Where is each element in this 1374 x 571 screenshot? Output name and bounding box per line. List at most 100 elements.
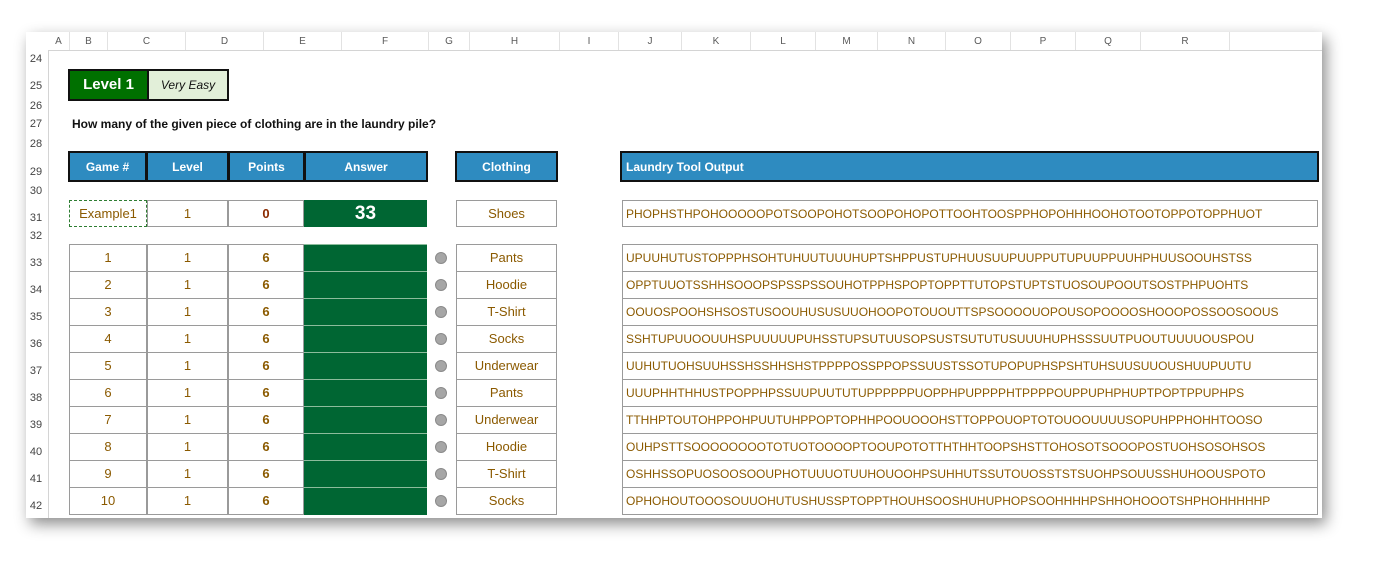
level-cell[interactable]: 1 (147, 325, 228, 353)
column-header-q[interactable]: Q (1076, 32, 1141, 50)
game-number-cell[interactable]: 5 (69, 352, 147, 380)
column-header-g[interactable]: G (429, 32, 470, 50)
answer-input-cell[interactable] (304, 298, 427, 326)
points-cell[interactable]: 6 (228, 379, 304, 407)
answer-input-cell[interactable] (304, 271, 427, 299)
answer-input-cell[interactable] (304, 352, 427, 380)
answer-input-cell[interactable] (304, 244, 427, 272)
game-number-cell[interactable]: 9 (69, 460, 147, 488)
game-number-cell[interactable]: 8 (69, 433, 147, 461)
points-cell[interactable]: 6 (228, 460, 304, 488)
game-number-cell[interactable]: 3 (69, 298, 147, 326)
row-header-34[interactable]: 34 (26, 284, 46, 296)
clothing-cell[interactable]: T-Shirt (456, 298, 557, 326)
laundry-output-cell[interactable]: OUHPSTTSOOOOOOOOTOTUOTOOOOPTOOUPOTOTTHTH… (622, 433, 1318, 461)
game-number-cell[interactable]: 2 (69, 271, 147, 299)
points-cell[interactable]: 6 (228, 406, 304, 434)
answer-input-cell[interactable] (304, 433, 427, 461)
level-cell[interactable]: 1 (147, 433, 228, 461)
level-cell[interactable]: 1 (147, 487, 228, 515)
clothing-cell[interactable]: Underwear (456, 352, 557, 380)
answer-input-cell[interactable] (304, 325, 427, 353)
game-number-cell[interactable]: 7 (69, 406, 147, 434)
row-header-35[interactable]: 35 (26, 311, 46, 323)
points-cell[interactable]: 6 (228, 352, 304, 380)
clothing-cell[interactable]: Underwear (456, 406, 557, 434)
row-header-32[interactable]: 32 (26, 230, 46, 242)
row-header-30[interactable]: 30 (26, 185, 46, 197)
game-number-cell[interactable]: 1 (69, 244, 147, 272)
row-header-40[interactable]: 40 (26, 446, 46, 458)
row-header-36[interactable]: 36 (26, 338, 46, 350)
level-cell[interactable]: 1 (147, 298, 228, 326)
row-header-28[interactable]: 28 (26, 138, 46, 150)
answer-input-cell[interactable] (304, 406, 427, 434)
laundry-output-cell[interactable]: TTHHPTOUTOHPPOHPUUTUHPPOPTOPHHPOOUOOOHST… (622, 406, 1318, 434)
column-header-i[interactable]: I (560, 32, 619, 50)
row-header-24[interactable]: 24 (26, 53, 46, 65)
column-header-e[interactable]: E (264, 32, 342, 50)
answer-input-cell[interactable] (304, 460, 427, 488)
column-header-j[interactable]: J (619, 32, 682, 50)
clothing-cell[interactable]: Pants (456, 379, 557, 407)
row-header-38[interactable]: 38 (26, 392, 46, 404)
laundry-output-cell[interactable]: OPPTUUOTSSHHSOOOPSPSSPSSOUHOTPPHSPOPTOPP… (622, 271, 1318, 299)
clothing-cell[interactable]: T-Shirt (456, 460, 557, 488)
laundry-output-cell[interactable]: OPHOHOUTOOOSOUUOHUTUSHUSSPTOPPTHOUHSOOSH… (622, 487, 1318, 515)
row-header-27[interactable]: 27 (26, 118, 46, 130)
column-header-n[interactable]: N (878, 32, 946, 50)
laundry-output-cell[interactable]: OSHHSSOPUOSOOSOOUPHOTUUUOTUUHOUOOHPSUHHU… (622, 460, 1318, 488)
laundry-output-cell[interactable]: SSHTUPUUOOUUHSPUUUUUPUHSSTUPSUTUUSOPSUST… (622, 325, 1318, 353)
points-cell[interactable]: 6 (228, 298, 304, 326)
laundry-output-cell[interactable]: UUHUTUOHSUUHSSHSSHHSHSTPPPPOSSPPOPSSUUST… (622, 352, 1318, 380)
game-number-cell[interactable]: 10 (69, 487, 147, 515)
clothing-cell[interactable]: Pants (456, 244, 557, 272)
row-header-31[interactable]: 31 (26, 212, 46, 224)
example-answer-cell[interactable]: 33 (304, 200, 427, 227)
example-clothing-cell[interactable]: Shoes (456, 200, 557, 227)
row-header-42[interactable]: 42 (26, 500, 46, 512)
level-cell[interactable]: 1 (147, 379, 228, 407)
level-cell[interactable]: 1 (147, 244, 228, 272)
game-number-cell[interactable]: 6 (69, 379, 147, 407)
laundry-output-cell[interactable]: UUUPHHTHHUSTPOPPHPSSUUPUUTUTUPPPPPPUOPPH… (622, 379, 1318, 407)
clothing-cell[interactable]: Socks (456, 325, 557, 353)
column-header-m[interactable]: M (816, 32, 878, 50)
column-header-r[interactable]: R (1141, 32, 1230, 50)
row-header-41[interactable]: 41 (26, 473, 46, 485)
row-header-26[interactable]: 26 (26, 100, 46, 112)
column-header-c[interactable]: C (108, 32, 186, 50)
row-header-25[interactable]: 25 (26, 80, 46, 92)
column-header-o[interactable]: O (946, 32, 1011, 50)
example-level-cell[interactable]: 1 (147, 200, 228, 227)
laundry-output-cell[interactable]: OOUOSPOOHSHSOSTUSOOUHUSUSUUOHOOPOTOUOUTT… (622, 298, 1318, 326)
points-cell[interactable]: 6 (228, 325, 304, 353)
column-header-d[interactable]: D (186, 32, 264, 50)
column-header-h[interactable]: H (470, 32, 560, 50)
level-cell[interactable]: 1 (147, 352, 228, 380)
points-cell[interactable]: 6 (228, 271, 304, 299)
points-cell[interactable]: 6 (228, 433, 304, 461)
column-header-p[interactable]: P (1011, 32, 1076, 50)
points-cell[interactable]: 6 (228, 487, 304, 515)
laundry-output-cell[interactable]: UPUUHUTUSTOPPPHSOHTUHUUTUUUHUPTSHPPUSTUP… (622, 244, 1318, 272)
clothing-cell[interactable]: Hoodie (456, 271, 557, 299)
game-number-cell[interactable]: 4 (69, 325, 147, 353)
answer-input-cell[interactable] (304, 379, 427, 407)
row-header-29[interactable]: 29 (26, 166, 46, 178)
level-cell[interactable]: 1 (147, 406, 228, 434)
row-header-33[interactable]: 33 (26, 257, 46, 269)
row-header-37[interactable]: 37 (26, 365, 46, 377)
column-header-b[interactable]: B (70, 32, 108, 50)
column-header-a[interactable]: A (48, 32, 70, 50)
column-header-f[interactable]: F (342, 32, 429, 50)
clothing-cell[interactable]: Hoodie (456, 433, 557, 461)
example-points-cell[interactable]: 0 (228, 200, 304, 227)
answer-input-cell[interactable] (304, 487, 427, 515)
level-cell[interactable]: 1 (147, 460, 228, 488)
column-header-l[interactable]: L (751, 32, 816, 50)
points-cell[interactable]: 6 (228, 244, 304, 272)
example-game-cell[interactable]: Example1 (69, 200, 147, 227)
example-output-cell[interactable]: PHOPHSTHPOHOOOOOPOTSOOPOHOTSOOPOHOPOTTOO… (622, 200, 1318, 227)
column-header-k[interactable]: K (682, 32, 751, 50)
